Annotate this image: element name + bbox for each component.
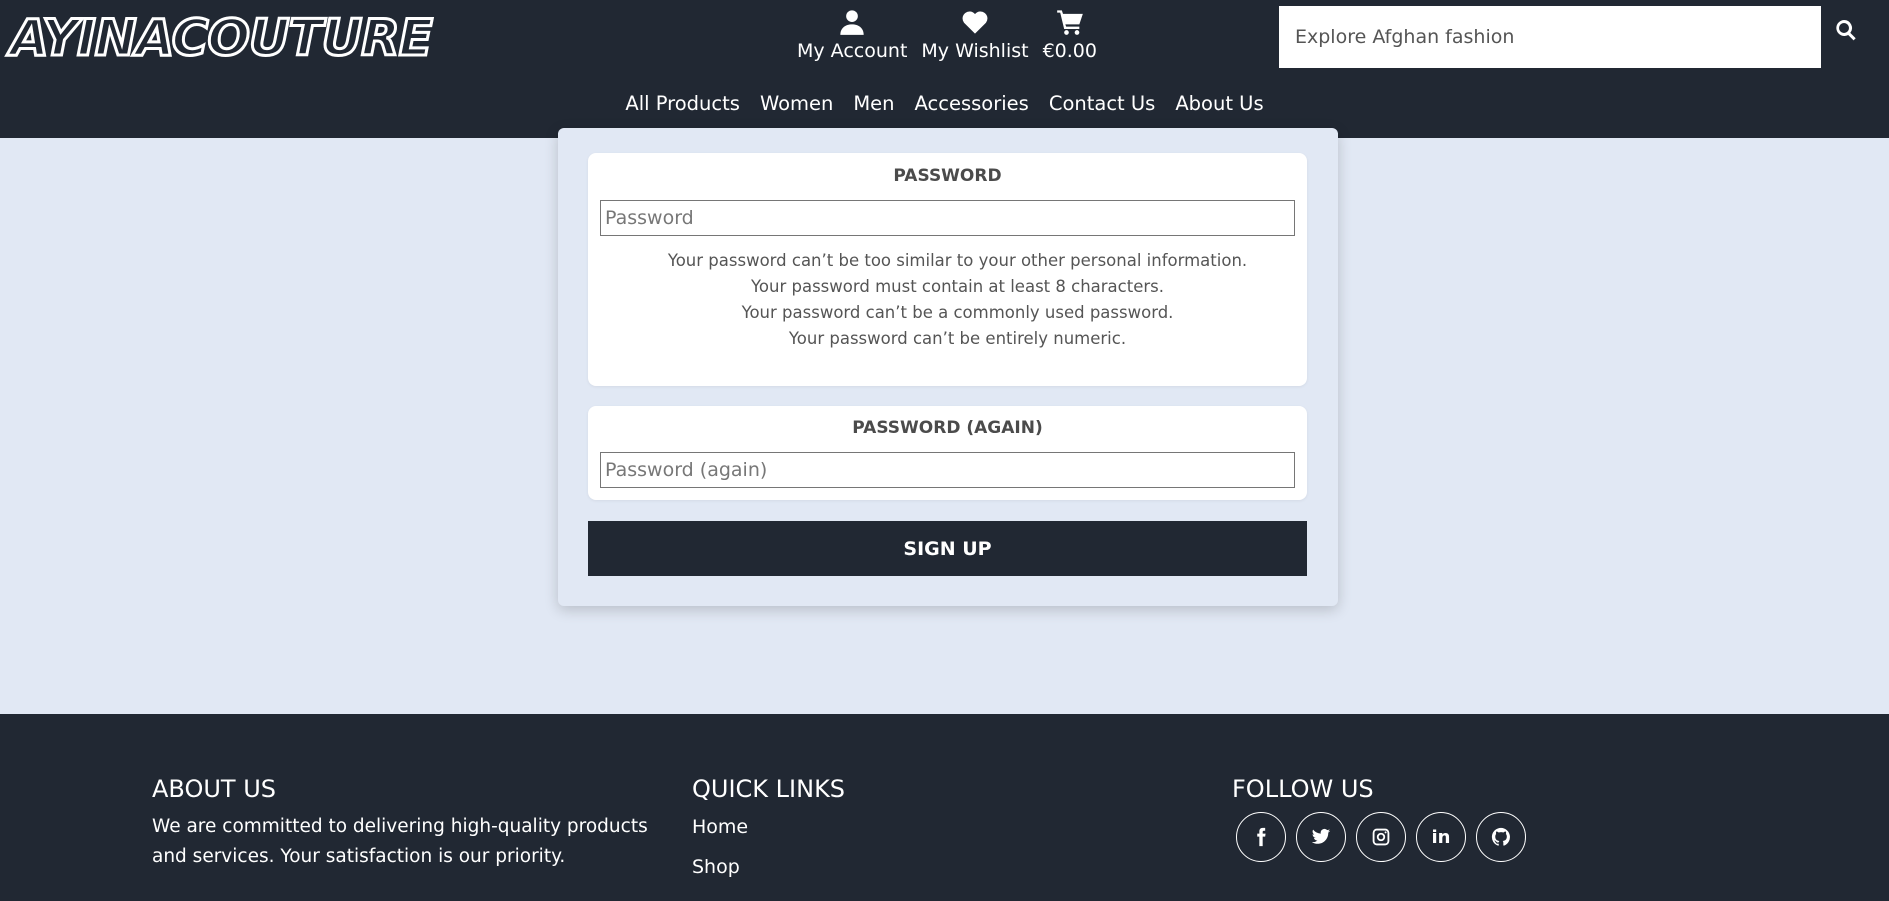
- nav-men[interactable]: Men: [853, 88, 894, 120]
- heart-icon: [962, 11, 988, 34]
- nav-contact-us[interactable]: Contact Us: [1049, 88, 1156, 120]
- linkedin-link[interactable]: in: [1416, 812, 1466, 862]
- instagram-link[interactable]: [1356, 812, 1406, 862]
- footer-quick-links-title: QUICK LINKS: [692, 775, 846, 803]
- password-field-group: PASSWORD Your password can’t be too simi…: [588, 153, 1307, 386]
- facebook-icon: [1257, 827, 1266, 847]
- nav-women[interactable]: Women: [760, 88, 833, 120]
- user-icon: [840, 10, 864, 35]
- sign-up-button[interactable]: SIGN UP: [588, 521, 1307, 576]
- nav-about-us[interactable]: About Us: [1175, 88, 1263, 120]
- search-input[interactable]: [1279, 6, 1821, 68]
- password-again-input[interactable]: [600, 452, 1295, 488]
- search-icon: [1836, 20, 1856, 41]
- footer-about: ABOUT US We are committed to delivering …: [152, 774, 672, 872]
- my-account-label: My Account: [797, 40, 908, 62]
- github-icon: [1491, 827, 1510, 846]
- site-footer: ABOUT US We are committed to delivering …: [0, 714, 1889, 901]
- password-again-label: PASSWORD (AGAIN): [852, 418, 1043, 438]
- cart-link[interactable]: €0.00: [1036, 8, 1104, 64]
- twitter-icon: [1311, 828, 1331, 844]
- header-actions: My Account My Wishlist €0.00: [790, 8, 1104, 64]
- main-nav: All Products Women Men Accessories Conta…: [0, 88, 1889, 120]
- social-links: in: [1236, 812, 1526, 862]
- password-help-line: Your password can’t be a commonly used p…: [741, 303, 1174, 322]
- my-wishlist-label: My Wishlist: [921, 40, 1029, 62]
- footer-quick-links: QUICK LINKS Home Shop: [692, 774, 845, 892]
- instagram-icon: [1372, 828, 1390, 846]
- site-logo[interactable]: AYINACOUTURE: [9, 9, 435, 68]
- my-account-link[interactable]: My Account: [790, 8, 914, 64]
- site-header: AYINACOUTURE My Account My Wishlist €0.0…: [0, 0, 1889, 138]
- password-input[interactable]: [600, 200, 1295, 236]
- my-wishlist-link[interactable]: My Wishlist: [914, 8, 1035, 64]
- footer-follow-title: FOLLOW US: [1232, 775, 1374, 803]
- facebook-link[interactable]: [1236, 812, 1286, 862]
- password-help-line: Your password can’t be entirely numeric.: [788, 329, 1127, 348]
- linkedin-icon: in: [1431, 826, 1451, 848]
- password-help-text: Your password can’t be too similar to yo…: [588, 248, 1307, 352]
- footer-link-shop[interactable]: Shop: [692, 852, 845, 882]
- footer-about-title: ABOUT US: [152, 775, 277, 803]
- search-button[interactable]: [1834, 18, 1868, 52]
- password-label: PASSWORD: [893, 166, 1002, 186]
- nav-all-products[interactable]: All Products: [625, 88, 740, 120]
- password-help-line: Your password must contain at least 8 ch…: [751, 277, 1164, 296]
- footer-link-home[interactable]: Home: [692, 812, 845, 842]
- password-help-line: Your password can’t be too similar to yo…: [667, 251, 1248, 270]
- cart-icon: [1056, 10, 1083, 35]
- footer-about-text: We are committed to delivering high-qual…: [152, 816, 648, 867]
- nav-accessories[interactable]: Accessories: [915, 88, 1029, 120]
- github-link[interactable]: [1476, 812, 1526, 862]
- footer-follow: FOLLOW US in: [1232, 774, 1526, 862]
- password-again-field-group: PASSWORD (AGAIN): [588, 406, 1307, 500]
- twitter-link[interactable]: [1296, 812, 1346, 862]
- cart-total: €0.00: [1042, 40, 1097, 62]
